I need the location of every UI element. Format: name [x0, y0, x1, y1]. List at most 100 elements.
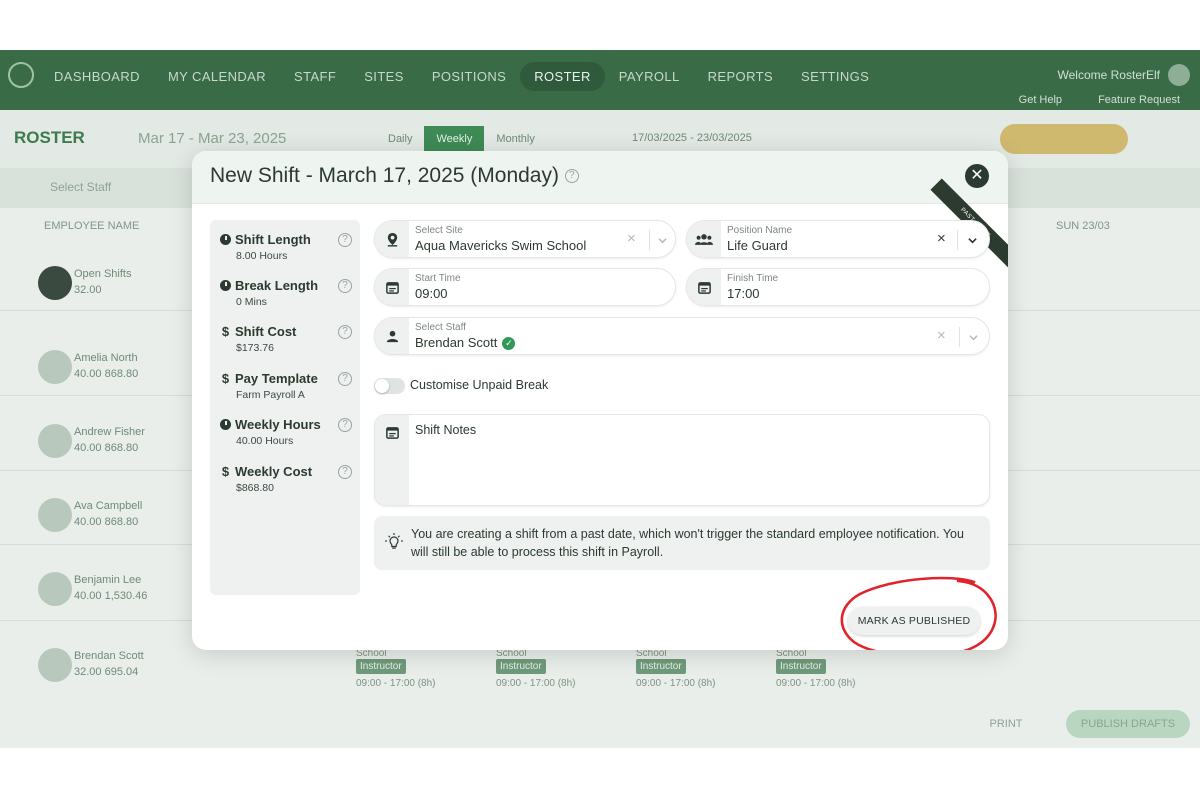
unpaid-break-toggle[interactable]	[374, 378, 405, 394]
summary-shift-length: Shift Length 8.00 Hours ?	[220, 232, 352, 262]
shift-position-tag: Instructor	[356, 659, 406, 674]
page-title: ROSTER	[14, 128, 85, 147]
unpaid-break-label: Customise Unpaid Break	[410, 378, 549, 392]
summary-label: Weekly Hours	[235, 417, 321, 432]
summary-value: $868.80	[236, 482, 274, 494]
clear-icon[interactable]: ×	[937, 327, 946, 344]
clock-icon	[220, 234, 231, 245]
shift-position-tag: Instructor	[776, 659, 826, 674]
clear-icon[interactable]: ×	[937, 230, 946, 247]
clock-icon	[220, 419, 231, 430]
help-icon[interactable]: ?	[338, 325, 352, 339]
chevron-down-icon[interactable]	[968, 236, 977, 245]
calendar-icon	[698, 282, 711, 294]
position-select[interactable]: Position Name Life Guard ×	[686, 220, 990, 258]
shift-notes-textarea[interactable]: Shift Notes	[374, 414, 990, 506]
view-tabs: Daily Weekly Monthly	[376, 126, 547, 152]
close-button[interactable]: ✕	[965, 164, 989, 188]
avatar	[38, 648, 72, 682]
summary-value: Farm Payroll A	[236, 389, 305, 401]
start-time-field[interactable]: Start Time 09:00	[374, 268, 676, 306]
help-icon[interactable]: ?	[338, 372, 352, 386]
summary-label: Break Length	[235, 278, 319, 293]
help-icon[interactable]: ?	[338, 418, 352, 432]
person-icon	[386, 330, 399, 343]
staff-label: Select Staff	[415, 322, 466, 333]
employee-meta: 40.00 1,530.46	[74, 590, 148, 602]
welcome-text: Welcome RosterElf	[1057, 68, 1160, 82]
nav-item-settings[interactable]: SETTINGS	[787, 62, 883, 91]
employee-name: Andrew Fisher	[74, 426, 145, 438]
summary-weekly-hours: Weekly Hours 40.00 Hours ?	[220, 417, 352, 447]
tab-daily[interactable]: Daily	[376, 126, 424, 152]
date-range-picker[interactable]: 17/03/2025 - 23/03/2025	[632, 132, 752, 144]
summary-label: Weekly Cost	[235, 464, 313, 479]
nav-item-staff[interactable]: STAFF	[280, 62, 350, 91]
shift-time: 09:00 - 17:00 (8h)	[636, 678, 716, 689]
help-icon[interactable]: ?	[338, 465, 352, 479]
shift-card[interactable]: School Instructor 09:00 - 17:00 (8h)	[636, 648, 716, 689]
help-icon[interactable]: ?	[338, 233, 352, 247]
summary-value: 40.00 Hours	[236, 435, 294, 447]
dollar-icon: $	[221, 324, 230, 339]
help-icon[interactable]: ?	[338, 279, 352, 293]
employee-meta: 40.00 868.80	[74, 442, 139, 454]
publish-drafts-button[interactable]: PUBLISH DRAFTS	[1066, 710, 1190, 738]
staff-value: Brendan Scott	[415, 335, 498, 350]
shift-position-tag: Instructor	[636, 659, 686, 674]
shift-card[interactable]: School Instructor 09:00 - 17:00 (8h)	[496, 648, 576, 689]
finish-time-field[interactable]: Finish Time 17:00	[686, 268, 990, 306]
employee-meta: 40.00 868.80	[74, 516, 139, 528]
summary-pay-template: $ Pay Template Farm Payroll A ?	[220, 371, 352, 401]
employee-meta: 32.00 695.04	[74, 666, 139, 678]
column-header-sun: SUN 23/03	[1056, 220, 1110, 232]
avatar	[38, 572, 72, 606]
shift-card[interactable]: School Instructor 09:00 - 17:00 (8h)	[776, 648, 856, 689]
past-date-info-box: You are creating a shift from a past dat…	[374, 516, 990, 570]
nav-item-payroll[interactable]: PAYROLL	[605, 62, 694, 91]
site-select[interactable]: Select Site Aqua Mavericks Swim School ×	[374, 220, 676, 258]
divider	[957, 230, 958, 250]
divider	[649, 230, 650, 250]
chevron-down-icon[interactable]	[658, 236, 667, 245]
site-value: Aqua Mavericks Swim School	[415, 238, 587, 253]
summary-break-length: Break Length 0 Mins ?	[220, 278, 352, 308]
staff-select[interactable]: Select Staff Brendan Scott ✓ ×	[374, 317, 990, 355]
select-staff-filter[interactable]: Select Staff	[50, 180, 111, 194]
nav-item-dashboard[interactable]: DASHBOARD	[40, 62, 154, 91]
print-button[interactable]: PRINT	[960, 710, 1052, 738]
summary-value: 0 Mins	[236, 296, 267, 308]
summary-value: $173.76	[236, 342, 274, 354]
employee-meta: 40.00 868.80	[74, 368, 139, 380]
employee-name: Benjamin Lee	[74, 574, 142, 586]
mark-as-published-button[interactable]: MARK AS PUBLISHED	[848, 607, 980, 635]
staff-value-wrap: Brendan Scott ✓	[415, 335, 516, 351]
start-time-value: 09:00	[415, 286, 448, 301]
avatar[interactable]	[1168, 64, 1190, 86]
tab-weekly[interactable]: Weekly	[424, 126, 485, 152]
shift-card[interactable]: School Instructor 09:00 - 17:00 (8h)	[356, 648, 436, 689]
clear-icon[interactable]: ×	[627, 230, 636, 247]
employee-name: Open Shifts	[74, 268, 132, 280]
nav-item-positions[interactable]: POSITIONS	[418, 62, 520, 91]
nav-menu: DASHBOARD MY CALENDAR STAFF SITES POSITI…	[40, 62, 883, 91]
nav-item-roster[interactable]: ROSTER	[520, 62, 605, 91]
help-icon[interactable]: ?	[564, 169, 579, 184]
nav-item-my-calendar[interactable]: MY CALENDAR	[154, 62, 280, 91]
position-label: Position Name	[727, 225, 793, 236]
app-logo-icon[interactable]	[8, 62, 34, 88]
nav-item-sites[interactable]: SITES	[350, 62, 418, 91]
warnings-button[interactable]	[1000, 124, 1128, 154]
finish-time-label: Finish Time	[727, 273, 779, 284]
past-date-info-text: You are creating a shift from a past dat…	[411, 527, 964, 559]
feature-request-link[interactable]: Feature Request	[1098, 94, 1180, 106]
avatar	[38, 498, 72, 532]
nav-item-reports[interactable]: REPORTS	[694, 62, 787, 91]
employee-name: Amelia North	[74, 352, 138, 364]
position-value: Life Guard	[727, 238, 788, 253]
avatar	[38, 266, 72, 300]
get-help-link[interactable]: Get Help	[1019, 94, 1062, 106]
employee-meta: 32.00	[74, 284, 102, 296]
chevron-down-icon[interactable]	[969, 333, 978, 342]
tab-monthly[interactable]: Monthly	[484, 126, 547, 152]
